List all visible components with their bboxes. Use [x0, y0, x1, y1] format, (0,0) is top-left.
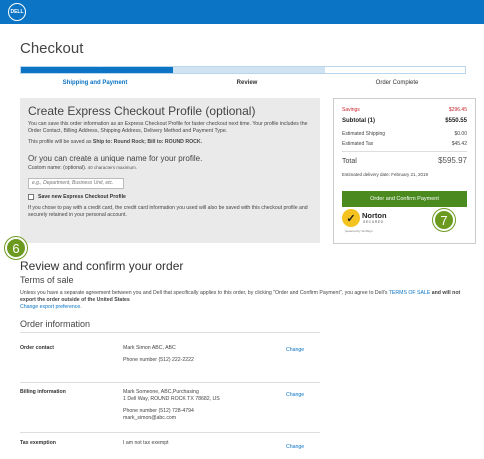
change-billing-link[interactable]: Change	[286, 392, 304, 398]
tax-label: Estimated Tax	[342, 141, 374, 147]
subtotal-label: Subtotal (1)	[342, 118, 375, 124]
order-confirm-payment-button[interactable]: Order and Confirm Payment	[342, 191, 467, 207]
step-shipping-payment[interactable]: Shipping and Payment	[20, 80, 170, 86]
billing-phone: Phone number (512) 728-4794	[123, 408, 194, 414]
terms-text-1: Unless you have a separate agreement bet…	[20, 290, 389, 296]
shipping-row: Estimated Shipping $0.00	[342, 131, 467, 137]
savings-value: $296.45	[448, 107, 467, 113]
billing-address: 1 Dell Way, ROUND ROCK TX 78682, US	[123, 396, 220, 402]
terms-of-sale-link[interactable]: TERMS OF SALE	[389, 290, 431, 296]
delivery-date: Estimated delivery date: February 21, 20…	[342, 172, 429, 177]
shipping-label: Estimated Shipping	[342, 131, 386, 137]
unique-name-heading: Or you can create a unique name for your…	[28, 154, 203, 163]
step-7-badge: 7	[433, 209, 455, 231]
savings-label: Savings	[342, 107, 360, 113]
billing-name: Mark Someone, ABC,Purchasing	[123, 389, 199, 395]
change-tax-exemption-link[interactable]: Change	[286, 444, 304, 450]
tax-row: Estimated Tax $45.42	[342, 141, 467, 147]
norton-powered-text: powered by VeriSign	[345, 229, 373, 233]
change-export-link[interactable]: Change export preference.	[20, 304, 82, 310]
norton-check-icon: ✓	[342, 209, 360, 227]
order-info-title: Order information	[20, 319, 91, 329]
tax-value: $45.42	[451, 141, 467, 147]
step-review: Review	[236, 80, 258, 86]
save-profile-row[interactable]: Save new Express Checkout Profile	[28, 194, 312, 200]
summary-divider	[342, 151, 467, 152]
terms-title: Terms of sale	[20, 275, 74, 285]
total-label: Total	[342, 158, 357, 165]
save-profile-checkbox[interactable]	[28, 194, 34, 200]
express-checkout-title: Create Express Checkout Profile (optiona…	[28, 104, 256, 118]
order-contact-phone: Phone number (512) 222-2222	[123, 357, 194, 363]
credit-card-note: If you chose to pay with a credit card, …	[28, 205, 308, 218]
save-profile-label[interactable]: Save new Express Checkout Profile	[38, 194, 126, 200]
profile-name-note: This profile will be saved as Ship to: R…	[28, 139, 312, 145]
profile-name-prefix: This profile will be saved as	[28, 139, 93, 145]
norton-secured-badge[interactable]: ✓ Norton SECURED powered by VeriSign	[342, 209, 390, 235]
custom-name-label-text: Custom name: (optional).	[28, 165, 87, 171]
total-value: $595.97	[438, 156, 467, 165]
subtotal-value: $550.55	[445, 118, 467, 124]
progress-segment-complete	[21, 67, 173, 73]
change-order-contact-link[interactable]: Change	[286, 347, 304, 353]
progress-segment-current	[173, 67, 325, 73]
subtotal-row: Subtotal (1) $550.55	[342, 118, 467, 124]
top-bar: DELL	[0, 0, 484, 24]
row-divider	[20, 432, 320, 433]
norton-name: Norton	[362, 211, 387, 220]
shipping-value: $0.00	[454, 131, 467, 137]
check-icon: ✓	[98, 63, 104, 69]
billing-email: mark_simon@abc.com	[123, 415, 177, 421]
row-divider	[20, 382, 320, 383]
total-row: Total $595.97	[342, 156, 467, 165]
profile-name-value: Ship to: Round Rock; Bill to: ROUND ROCK…	[92, 139, 203, 145]
order-contact-name: Mark Simon ABC, ABC	[123, 345, 176, 351]
custom-name-label: Custom name: (optional). 40 characters m…	[28, 165, 312, 171]
express-checkout-description: You can save this order information as a…	[28, 121, 308, 134]
review-title: Review and confirm your order	[20, 259, 184, 273]
order-info-divider	[20, 332, 320, 333]
custom-name-hint: 40 characters maximum.	[87, 165, 137, 170]
billing-info-label: Billing information	[20, 389, 66, 395]
terms-text: Unless you have a separate agreement bet…	[20, 290, 470, 311]
express-checkout-panel: Create Express Checkout Profile (optiona…	[20, 98, 320, 243]
custom-name-input[interactable]	[28, 177, 124, 189]
order-contact-label: Order contact	[20, 345, 55, 351]
tax-exemption-label: Tax exemption	[20, 440, 56, 446]
tax-exemption-value: I am not tax exempt	[123, 440, 169, 446]
norton-secured-text: SECURED	[363, 220, 384, 224]
step-6-badge: 6	[5, 237, 27, 259]
step-order-complete: Order Complete	[375, 80, 419, 86]
savings-row: Savings $296.45	[342, 107, 467, 113]
dell-logo-icon[interactable]: DELL	[8, 3, 26, 21]
checkout-progress-bar	[20, 66, 466, 74]
page-title: Checkout	[20, 40, 84, 57]
